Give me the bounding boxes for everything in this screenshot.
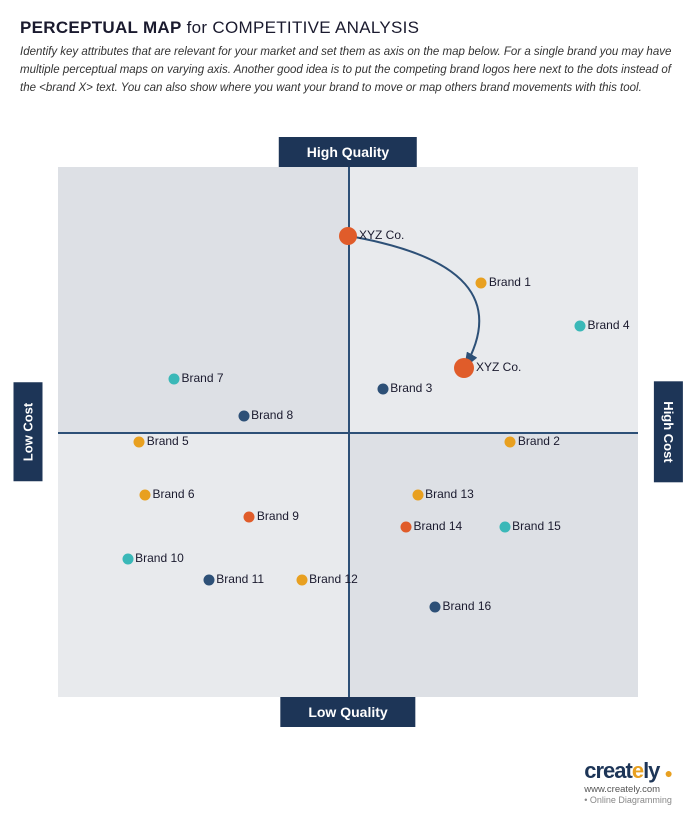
axis-top-label: High Quality — [279, 137, 417, 167]
brand-label-brand4: Brand 4 — [588, 318, 630, 332]
footer-logo-dot: e — [632, 758, 643, 783]
brand-dot-brand7 — [169, 373, 180, 384]
brand-label-brand16: Brand 16 — [443, 599, 492, 613]
axis-bottom-label: Low Quality — [280, 697, 415, 727]
brand-label-brand13: Brand 13 — [425, 487, 474, 501]
axis-right-label: High Cost — [654, 381, 683, 482]
brand-dot-brand5 — [134, 437, 145, 448]
brand-label-brand5: Brand 5 — [147, 434, 189, 448]
brand-label-brand2: Brand 2 — [518, 434, 560, 448]
brand-label-brand1: Brand 1 — [489, 275, 531, 289]
title: PERCEPTUAL MAP for COMPETITIVE ANALYSIS — [20, 18, 676, 38]
footer-logo: creately ● — [584, 758, 672, 784]
footer-tagline: • Online Diagramming — [584, 795, 672, 805]
description: Identify key attributes that are relevan… — [20, 44, 676, 97]
brand-dot-brand9 — [244, 511, 255, 522]
footer-logo-icon: ● — [665, 765, 672, 781]
brand-dot-xyz2 — [454, 358, 474, 378]
chart-area: High Quality Low Quality Low Cost High C… — [20, 111, 676, 752]
brand-dot-brand10 — [122, 553, 133, 564]
brand-label-brand6: Brand 6 — [153, 487, 195, 501]
brand-dot-brand1 — [476, 278, 487, 289]
brand-dot-brand8 — [238, 410, 249, 421]
brand-dot-brand3 — [377, 384, 388, 395]
footer-brand: creately ● www.creately.com • Online Dia… — [584, 758, 672, 805]
brand-label-brand9: Brand 9 — [257, 509, 299, 523]
brand-dot-brand14 — [401, 522, 412, 533]
brand-dot-xyz1 — [339, 227, 357, 245]
brand-dot-brand15 — [499, 522, 510, 533]
brand-label-xyz1: XYZ Co. — [359, 228, 404, 242]
brand-label-brand14: Brand 14 — [414, 519, 463, 533]
brand-label-xyz2: XYZ Co. — [476, 360, 521, 374]
brand-dot-brand6 — [140, 490, 151, 501]
page: PERCEPTUAL MAP for COMPETITIVE ANALYSIS … — [0, 0, 696, 815]
brand-label-brand11: Brand 11 — [216, 572, 264, 586]
footer-site: www.creately.com — [584, 784, 672, 795]
map-container: High Quality Low Quality Low Cost High C… — [28, 137, 668, 727]
brand-label-brand10: Brand 10 — [135, 551, 184, 565]
brand-label-brand7: Brand 7 — [182, 371, 224, 385]
brand-dot-brand16 — [430, 601, 441, 612]
brand-label-brand3: Brand 3 — [390, 381, 432, 395]
footer: creately ● www.creately.com • Online Dia… — [20, 752, 676, 805]
brand-label-brand8: Brand 8 — [251, 408, 293, 422]
brands-layer: XYZ Co. XYZ Co. Brand 1 Brand 4 Brand 3 Brand… — [58, 167, 638, 697]
brand-dot-brand4 — [575, 320, 586, 331]
brand-label-brand15: Brand 15 — [512, 519, 561, 533]
brand-dot-brand2 — [505, 437, 516, 448]
brand-dot-brand11 — [203, 575, 214, 586]
brand-dot-brand12 — [296, 575, 307, 586]
brand-dot-brand13 — [412, 490, 423, 501]
axis-left-label: Low Cost — [14, 382, 43, 481]
brand-label-brand12: Brand 12 — [309, 572, 358, 586]
arrow-svg — [58, 167, 638, 697]
